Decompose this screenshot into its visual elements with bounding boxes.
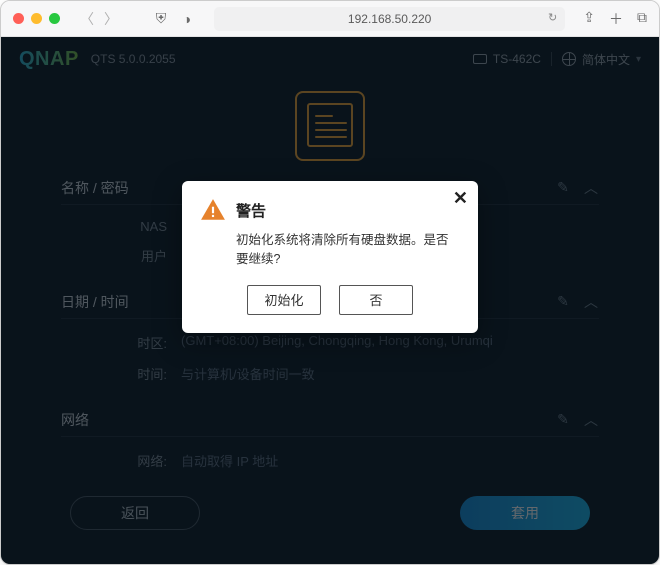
macos-titlebar: 〈 〉 ⛨ ◑ 192.168.50.220 ↻ ⇪ ＋ ⧉: [1, 1, 659, 37]
share-icon[interactable]: ⇪: [583, 9, 595, 29]
dialog-title: 警告: [236, 200, 266, 221]
address-text: 192.168.50.220: [348, 12, 431, 26]
close-icon[interactable]: ✕: [453, 189, 468, 207]
reader-reload-icon[interactable]: ↻: [548, 11, 557, 24]
address-bar[interactable]: 192.168.50.220 ↻: [214, 7, 565, 31]
zoom-window-button[interactable]: [49, 13, 60, 24]
browser-window: 〈 〉 ⛨ ◑ 192.168.50.220 ↻ ⇪ ＋ ⧉ QNAP QTS …: [0, 0, 660, 565]
tabs-icon[interactable]: ⧉: [637, 9, 647, 29]
dialog-message: 初始化系统将清除所有硬盘数据。是否要继续?: [200, 231, 460, 269]
initialize-button[interactable]: 初始化: [247, 285, 321, 315]
shield-icon[interactable]: ⛨: [152, 10, 170, 27]
minimize-window-button[interactable]: [31, 13, 42, 24]
back-button[interactable]: 〈: [76, 9, 98, 29]
new-tab-icon[interactable]: ＋: [609, 9, 623, 29]
toolbar-right: ⇪ ＋ ⧉: [583, 9, 647, 29]
no-button[interactable]: 否: [339, 285, 413, 315]
forward-button[interactable]: 〉: [100, 9, 122, 29]
warning-dialog: ✕ 警告 初始化系统将清除所有硬盘数据。是否要继续? 初始化 否: [182, 181, 478, 333]
site-settings-icon[interactable]: ◑: [178, 11, 196, 27]
close-window-button[interactable]: [13, 13, 24, 24]
nav-arrows: 〈 〉: [76, 9, 122, 29]
traffic-lights: [13, 13, 60, 24]
warning-icon: [200, 197, 226, 223]
